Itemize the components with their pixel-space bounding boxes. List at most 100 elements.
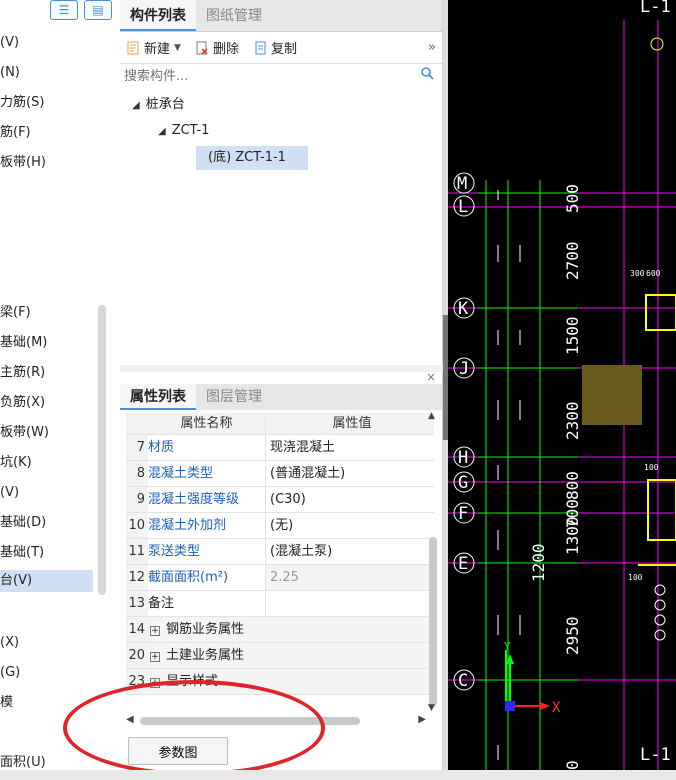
property-row[interactable]: 11 泵送类型 (混凝土泵) [126, 539, 434, 565]
property-value[interactable]: 现浇混凝土 [266, 435, 434, 460]
detail-view-icon[interactable]: ▤ [84, 0, 112, 20]
property-group-name: + 土建业务属性 [148, 643, 244, 668]
property-group-row[interactable]: 20 + 土建业务属性 [126, 643, 434, 669]
left-nav-item[interactable]: (V) [0, 32, 19, 54]
property-value[interactable]: (C30) [266, 487, 434, 512]
axis-label: K [458, 299, 469, 319]
axis-label: G [458, 473, 468, 493]
tab-property-list[interactable]: 属性列表 [120, 384, 196, 410]
axis-label: L-1 [640, 745, 671, 765]
component-search [120, 64, 442, 88]
left-nav-item[interactable]: 基础(D) [0, 512, 46, 534]
property-row[interactable]: 13 备注 [126, 591, 434, 617]
new-button[interactable]: 新建 ▼ [126, 38, 181, 57]
property-name: 备注 [148, 591, 266, 616]
left-nav-item[interactable]: 基础(T) [0, 542, 44, 564]
property-row-number: 7 [126, 435, 148, 460]
delete-icon [196, 41, 208, 55]
dimension-label: 2950 [563, 616, 582, 655]
left-nav-item[interactable]: 台(V) [0, 570, 93, 592]
left-nav-item[interactable]: 主筋(R) [0, 362, 45, 384]
dimension-label: 2300 [563, 401, 582, 440]
svg-text:300: 300 [630, 269, 645, 278]
copy-button[interactable]: 复制 [253, 38, 297, 57]
axis-label: L [458, 197, 468, 217]
status-bar [0, 770, 676, 780]
property-value[interactable]: (无) [266, 513, 434, 538]
property-row-number: 8 [126, 461, 148, 486]
left-nav-item[interactable]: (N) [0, 62, 20, 84]
more-icon[interactable]: » [428, 40, 436, 55]
component-toolbar: 新建 ▼ 删除 复制 » [120, 32, 442, 64]
header-no [126, 413, 148, 434]
left-nav-item[interactable]: (X) [0, 632, 19, 654]
tree-node-zct-1[interactable]: ◢ ZCT-1 [158, 119, 209, 143]
property-row[interactable]: 12 截面面积(m²) 2.25 [126, 565, 434, 591]
search-input[interactable] [120, 64, 442, 88]
svg-text:600: 600 [646, 269, 661, 278]
collapse-icon[interactable]: ◢ [132, 100, 140, 111]
tab-component-list[interactable]: 构件列表 [120, 0, 196, 31]
property-row-number: 13 [126, 591, 148, 616]
dimension-label: 700 [563, 499, 582, 528]
tree-node-zct-1-1[interactable]: (底) ZCT-1-1 [196, 146, 308, 170]
left-nav-item[interactable]: 板带(W) [0, 422, 49, 444]
tree-node-label: 桩承台 [145, 97, 185, 112]
property-row[interactable]: 8 混凝土类型 (普通混凝土) [126, 461, 434, 487]
search-icon[interactable] [421, 67, 434, 84]
cad-canvas[interactable]: L-1 M L K J H G F E D C L-1 500 2700 150… [448, 0, 676, 770]
collapse-icon[interactable]: ◢ [158, 126, 166, 137]
property-value[interactable]: 2.25 [266, 565, 434, 590]
left-nav-item[interactable]: (V) [0, 482, 19, 504]
close-icon[interactable]: × [426, 370, 436, 384]
tree-node-pile-cap[interactable]: ◢ 桩承台 [132, 93, 185, 117]
tree-node-label: (底) ZCT-1-1 [208, 150, 286, 165]
expand-icon[interactable]: + [150, 652, 160, 662]
scroll-up-icon[interactable]: ▲ [428, 411, 435, 421]
left-nav-item[interactable]: (G) [0, 662, 20, 684]
property-row-number: 12 [126, 565, 148, 590]
left-nav-item[interactable]: 力筋(S) [0, 92, 44, 114]
property-row[interactable]: 10 混凝土外加剂 (无) [126, 513, 434, 539]
expand-icon[interactable]: + [150, 626, 160, 636]
pile-cap-block[interactable] [582, 365, 642, 425]
tree-node-label: ZCT-1 [171, 123, 210, 138]
left-nav-item[interactable]: 负筋(X) [0, 392, 45, 414]
axis-label: L-1 [640, 0, 671, 17]
left-nav-item[interactable]: 基础(M) [0, 332, 47, 354]
scroll-right-icon[interactable]: ▶ [418, 714, 426, 725]
left-nav-item[interactable]: 模 [0, 692, 13, 714]
copy-label: 复制 [270, 42, 297, 57]
left-nav-panel: ☰ ▤ (V) (N) 力筋(S) 筋(F) 板带(H) 梁(F) 基础(M) 主筋(R) 负筋… [0, 0, 120, 780]
tab-layer-management[interactable]: 图层管理 [196, 384, 272, 410]
property-group-row[interactable]: 14 + 钢筋业务属性 [126, 617, 434, 643]
property-row-number: 14 [126, 617, 148, 642]
list-view-icon[interactable]: ☰ [50, 0, 78, 20]
left-nav-item[interactable]: 板带(H) [0, 152, 46, 174]
axis-label: E [458, 554, 468, 574]
scroll-down-icon[interactable]: ▼ [428, 703, 435, 713]
property-row-number: 20 [126, 643, 148, 668]
property-value[interactable]: (普通混凝土) [266, 461, 434, 486]
left-nav-item[interactable]: 梁(F) [0, 302, 31, 324]
property-vertical-scrollbar[interactable]: ▲ ▼ [428, 411, 438, 713]
property-name: 混凝土强度等级 [148, 487, 266, 512]
scroll-thumb[interactable] [429, 537, 437, 707]
group-label: 土建业务属性 [166, 648, 245, 663]
tab-drawing-management[interactable]: 图纸管理 [196, 0, 272, 31]
property-value[interactable] [266, 591, 434, 616]
property-row[interactable]: 7 材质 现浇混凝土 [126, 435, 434, 461]
left-nav-scrollbar[interactable] [98, 305, 106, 595]
axis-label: J [459, 359, 469, 379]
header-name: 属性名称 [148, 413, 266, 434]
property-row[interactable]: 9 混凝土强度等级 (C30) [126, 487, 434, 513]
delete-label: 删除 [212, 42, 239, 57]
delete-button[interactable]: 删除 [195, 38, 239, 57]
property-value[interactable]: (混凝土泵) [266, 539, 434, 564]
left-nav-toolbar: ☰ ▤ [50, 0, 112, 20]
left-nav-item[interactable]: 坑(K) [0, 452, 32, 474]
property-tabs: 属性列表 图层管理 [120, 384, 442, 410]
y-axis-label: Y [504, 640, 511, 653]
left-nav-item[interactable]: 筋(F) [0, 122, 31, 144]
axis-label: F [458, 504, 468, 524]
